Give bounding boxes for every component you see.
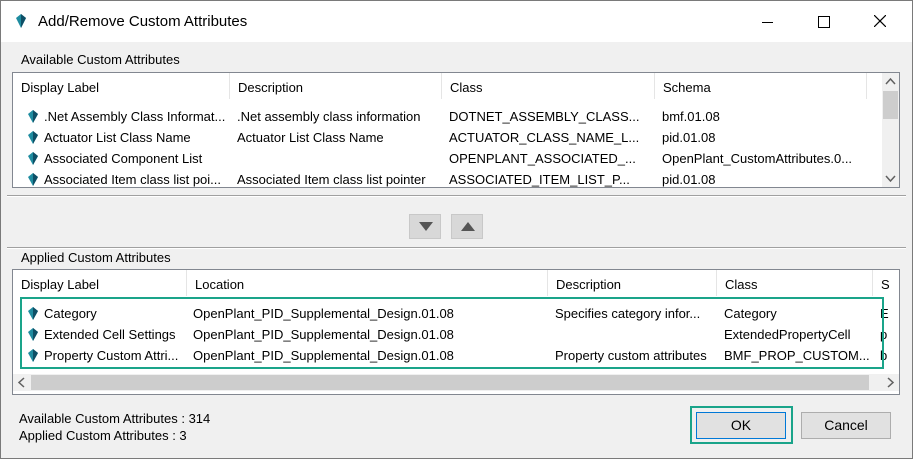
available-cell-schema: pid.01.08 [662, 172, 716, 187]
available-cell-description: Actuator List Class Name [237, 130, 384, 145]
applied-count-text: Applied Custom Attributes : 3 [19, 428, 187, 443]
applied-cell-label: Category [44, 306, 97, 321]
available-col-display-label[interactable]: Display Label [13, 73, 230, 99]
available-vertical-scrollbar[interactable] [882, 73, 899, 187]
available-col-schema[interactable]: Schema [655, 73, 867, 99]
scroll-down-icon[interactable] [882, 170, 899, 187]
close-button[interactable] [853, 1, 907, 42]
available-col-description[interactable]: Description [230, 73, 442, 99]
ok-button[interactable]: OK [696, 412, 786, 439]
attribute-icon [28, 307, 38, 320]
available-cell-schema: OpenPlant_CustomAttributes.0... [662, 151, 853, 166]
applied-col-display-label[interactable]: Display Label [13, 270, 187, 296]
table-row[interactable]: Extended Cell Settings OpenPlant_PID_Sup… [13, 324, 899, 345]
diamond-app-icon [16, 14, 26, 28]
list-item[interactable]: .Net Assembly Class Informat... .Net ass… [13, 106, 883, 127]
applied-cell-schema: E [880, 306, 889, 321]
available-cell-description: Associated Item class list pointer [237, 172, 426, 187]
applied-col-description[interactable]: Description [548, 270, 717, 296]
window-title: Add/Remove Custom Attributes [38, 13, 248, 30]
available-cell-label: Associated Item class list poi... [44, 172, 222, 187]
available-cell-label: Actuator List Class Name [44, 130, 191, 145]
available-count-text: Available Custom Attributes : 314 [19, 411, 211, 426]
applied-col-schema[interactable]: S [873, 270, 899, 296]
scroll-thumb[interactable] [31, 375, 869, 390]
available-cell-class: DOTNET_ASSEMBLY_CLASS... [449, 109, 640, 124]
attribute-icon [28, 152, 38, 165]
available-cell-label: .Net Assembly Class Informat... [44, 109, 226, 124]
splitter-top [7, 195, 906, 197]
available-col-class[interactable]: Class [442, 73, 655, 99]
applied-cell-location: OpenPlant_PID_Supplemental_Design.01.08 [193, 327, 454, 342]
close-icon [874, 15, 886, 27]
minimize-icon [762, 22, 773, 23]
cancel-button[interactable]: Cancel [801, 412, 891, 439]
available-cell-schema: pid.01.08 [662, 130, 716, 145]
scroll-right-icon[interactable] [882, 374, 899, 391]
maximize-icon [818, 16, 830, 28]
applied-cell-location: OpenPlant_PID_Supplemental_Design.01.08 [193, 306, 454, 321]
applied-cell-label: Extended Cell Settings [44, 327, 176, 342]
list-item[interactable]: Actuator List Class Name Actuator List C… [13, 127, 883, 148]
maximize-button[interactable] [797, 1, 851, 42]
available-cell-class: ASSOCIATED_ITEM_LIST_P... [449, 172, 630, 187]
applied-cell-class: BMF_PROP_CUSTOM... [724, 348, 870, 363]
attribute-icon [28, 131, 38, 144]
dialog-window: Add/Remove Custom Attributes Available C… [0, 0, 913, 459]
applied-col-class[interactable]: Class [717, 270, 873, 296]
available-cell-class: OPENPLANT_ASSOCIATED_... [449, 151, 636, 166]
applied-list-header: Display Label Location Description Class… [13, 270, 899, 296]
applied-horizontal-scrollbar[interactable] [13, 374, 899, 391]
applied-cell-class: ExtendedPropertyCell [724, 327, 851, 342]
triangle-down-icon [419, 222, 433, 231]
applied-list[interactable]: Display Label Location Description Class… [12, 269, 900, 395]
available-cell-schema: bmf.01.08 [662, 109, 720, 124]
applied-cell-description: Specifies category infor... [555, 306, 701, 321]
triangle-up-icon [461, 222, 475, 231]
table-row[interactable]: Property Custom Attri... OpenPlant_PID_S… [13, 345, 899, 366]
list-item[interactable]: Associated Component List OPENPLANT_ASSO… [13, 148, 883, 169]
applied-cell-location: OpenPlant_PID_Supplemental_Design.01.08 [193, 348, 454, 363]
applied-group-label: Applied Custom Attributes [20, 250, 172, 265]
available-cell-class: ACTUATOR_CLASS_NAME_L... [449, 130, 640, 145]
applied-cell-label: Property Custom Attri... [44, 348, 179, 363]
applied-cell-schema: b [880, 348, 888, 363]
list-item[interactable]: Associated Item class list poi... Associ… [13, 169, 883, 187]
title-bar[interactable]: Add/Remove Custom Attributes [1, 1, 912, 42]
scroll-up-icon[interactable] [882, 73, 899, 90]
table-row[interactable]: Category OpenPlant_PID_Supplemental_Desi… [13, 303, 899, 324]
remove-attribute-button[interactable] [409, 214, 441, 239]
attribute-icon [28, 328, 38, 341]
applied-cell-schema: p [880, 327, 888, 342]
available-group-label: Available Custom Attributes [20, 52, 181, 67]
applied-col-location[interactable]: Location [187, 270, 548, 296]
available-list[interactable]: Display Label Description Class Schema .… [12, 72, 900, 188]
available-cell-description: .Net assembly class information [237, 109, 421, 124]
applied-cell-class: Category [724, 306, 777, 321]
scroll-thumb[interactable] [883, 91, 898, 119]
available-list-header: Display Label Description Class Schema [13, 73, 883, 99]
attribute-icon [28, 173, 38, 186]
minimize-button[interactable] [741, 1, 795, 42]
attribute-icon [28, 110, 38, 123]
applied-cell-description: Property custom attributes [555, 348, 707, 363]
available-cell-label: Associated Component List [44, 151, 203, 166]
splitter-bottom [7, 247, 906, 249]
attribute-icon [28, 349, 38, 362]
add-attribute-button[interactable] [451, 214, 483, 239]
scroll-left-icon[interactable] [13, 374, 30, 391]
